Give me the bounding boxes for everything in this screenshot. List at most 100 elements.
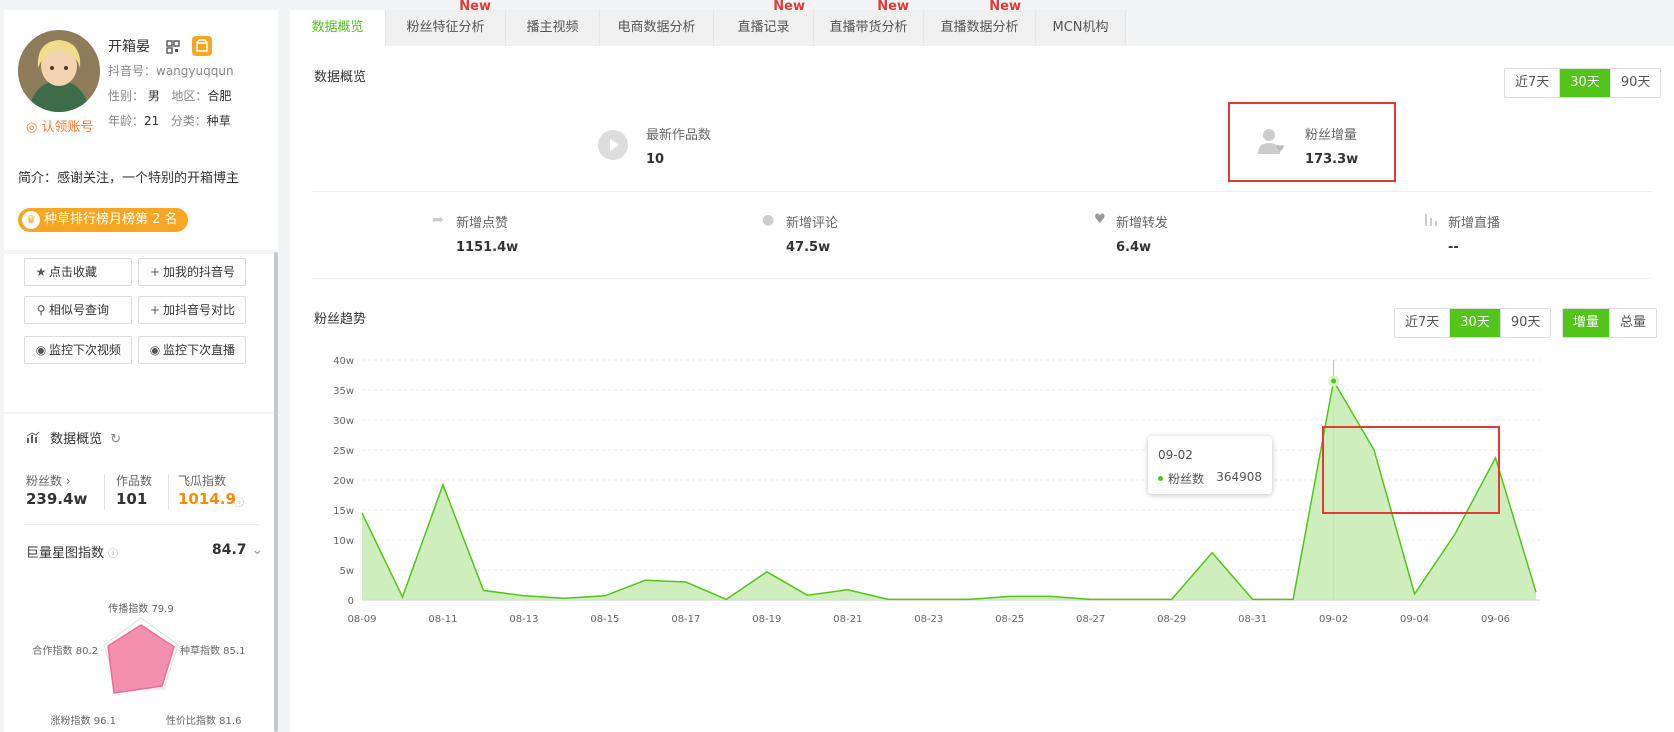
radar-label-grass: 种草指数 85.1 bbox=[180, 644, 245, 657]
refresh-icon[interactable]: ↻ bbox=[110, 432, 121, 447]
rank-badge[interactable]: ♛ 种草排行榜月榜第 2 名 bbox=[18, 208, 188, 232]
divider bbox=[312, 191, 1652, 192]
tab-videos[interactable]: 播主视频 bbox=[506, 10, 600, 46]
chevron-down-icon: ⌄ bbox=[251, 542, 264, 558]
shares-label: 新增转发 bbox=[1116, 216, 1169, 231]
feigua-value: 1014.9 bbox=[178, 490, 236, 508]
similar-search-button[interactable]: ⚲ 相似号查询 bbox=[24, 296, 132, 324]
overview-range-selector: 近7天 30天 90天 bbox=[1504, 68, 1662, 98]
x-tick-label: 08-15 bbox=[590, 614, 619, 625]
x-tick-label: 09-02 bbox=[1319, 614, 1348, 625]
divider bbox=[24, 524, 260, 525]
help-icon[interactable]: ⓘ bbox=[234, 494, 244, 509]
y-tick-label: 25w bbox=[333, 446, 354, 457]
age-value: 21 bbox=[144, 114, 160, 128]
tooltip-value: 364908 bbox=[1216, 470, 1262, 484]
radar-label-value: 性价比指数 81.6 bbox=[166, 714, 241, 727]
range-30d[interactable]: 30天 bbox=[1559, 69, 1610, 97]
tab-live-records[interactable]: 直播记录 New bbox=[714, 0, 814, 46]
trend-range-90d[interactable]: 90天 bbox=[1499, 309, 1551, 337]
trend-mode-selector: 增量 总量 bbox=[1562, 308, 1658, 338]
heart-icon: ♥ bbox=[1094, 212, 1106, 227]
works-label: 作品数 bbox=[116, 474, 153, 488]
x-tick-label: 08-31 bbox=[1238, 614, 1267, 625]
tab-live-sales[interactable]: 直播带货分析 New bbox=[814, 0, 924, 46]
series-dot bbox=[1158, 476, 1163, 481]
mode-total[interactable]: 总量 bbox=[1609, 309, 1657, 337]
x-tick-label: 08-23 bbox=[914, 614, 943, 625]
tab-overview[interactable]: 数据概览 bbox=[290, 10, 386, 46]
douyin-id-row: 抖音号：wangyuqqun bbox=[108, 64, 234, 78]
new-badge: New bbox=[989, 0, 1021, 14]
crown-icon: ♛ bbox=[22, 211, 40, 229]
fans-label[interactable]: 粉丝数 › bbox=[26, 472, 71, 489]
new-badge: New bbox=[773, 0, 805, 14]
range-7d[interactable]: 近7天 bbox=[1505, 69, 1560, 97]
x-tick-label: 08-11 bbox=[428, 614, 457, 625]
x-tick-label: 08-29 bbox=[1157, 614, 1186, 625]
chart-tooltip: 09-02 粉丝数 364908 bbox=[1148, 436, 1272, 494]
latest-works-value: 10 bbox=[646, 152, 665, 167]
tab-live-data[interactable]: 直播数据分析 New bbox=[924, 0, 1036, 46]
tab-ecommerce[interactable]: 电商数据分析 bbox=[600, 10, 714, 46]
profile-name: 开箱晏 bbox=[108, 39, 150, 55]
tooltip-series: 粉丝数 bbox=[1168, 472, 1205, 486]
profile-intro: 简介：感谢关注，一个特别的开箱博主 bbox=[18, 171, 240, 186]
x-tick-label: 08-27 bbox=[1076, 614, 1105, 625]
add-mine-button[interactable]: + 加我的抖音号 bbox=[138, 258, 246, 286]
range-90d[interactable]: 90天 bbox=[1609, 69, 1661, 97]
x-tick-label: 08-19 bbox=[752, 614, 781, 625]
side-overview: 数据概览 ↻ 粉丝数 › 239.4w 作品数 101 飞瓜指数 1014.9 … bbox=[4, 414, 278, 732]
action-buttons: ★ 点击收藏 + 加我的抖音号 ⚲ 相似号查询 + 加抖音号对比 ◉ 监控下次视频 ◉ 监控… bbox=[4, 254, 278, 412]
shop-icon[interactable] bbox=[192, 36, 212, 56]
favorite-button[interactable]: ★ 点击收藏 bbox=[24, 258, 132, 286]
juliang-value[interactable]: 84.7 ⌄ bbox=[212, 542, 263, 558]
comments-label: 新增评论 bbox=[786, 216, 839, 231]
new-badge: New bbox=[459, 0, 491, 14]
star-icon: ★ bbox=[35, 265, 47, 279]
avatar bbox=[18, 30, 100, 112]
highlight-box bbox=[1228, 102, 1396, 182]
divider bbox=[312, 278, 1652, 279]
eye-icon: ◉ bbox=[35, 343, 47, 357]
add-compare-button[interactable]: + 加抖音号对比 bbox=[138, 296, 246, 324]
y-tick-label: 15w bbox=[333, 506, 354, 517]
overview-title: 数据概览 bbox=[314, 70, 367, 85]
works-value: 101 bbox=[116, 490, 148, 508]
trend-range-7d[interactable]: 近7天 bbox=[1395, 309, 1450, 337]
x-tick-label: 08-09 bbox=[347, 614, 376, 625]
search-icon: ⚲ bbox=[36, 303, 46, 317]
info-icon[interactable]: ⓘ bbox=[108, 549, 118, 560]
radar-chart: 传播指数 79.9 种草指数 85.1 性价比指数 81.6 涨粉指数 96.1… bbox=[33, 602, 246, 727]
shares-value: 6.4w bbox=[1116, 240, 1152, 255]
monitor-live-button[interactable]: ◉ 监控下次直播 bbox=[138, 336, 246, 364]
trend-range-30d[interactable]: 30天 bbox=[1449, 309, 1500, 337]
radar-label-growth: 涨粉指数 96.1 bbox=[51, 714, 116, 727]
side-overview-title: 数据概览 ↻ bbox=[26, 428, 121, 447]
radar-label-coop: 合作指数 80.2 bbox=[33, 644, 98, 657]
qrcode-icon[interactable] bbox=[166, 40, 180, 54]
latest-works-label: 最新作品数 bbox=[646, 128, 712, 143]
play-icon bbox=[598, 130, 628, 160]
comment-icon: ● bbox=[762, 212, 775, 228]
y-tick-label: 20w bbox=[333, 476, 354, 487]
profile-card: 开箱晏 抖音号：wangyuqqun 性别： 男 地区：合肥 年龄：21 分类：… bbox=[4, 10, 278, 250]
feigua-label: 飞瓜指数 bbox=[178, 474, 227, 488]
region-value: 合肥 bbox=[207, 89, 232, 103]
likes-label: 新增点赞 bbox=[456, 216, 509, 231]
tab-fans-analysis[interactable]: 粉丝特征分析 New bbox=[386, 0, 506, 46]
tab-mcn[interactable]: MCN机构 bbox=[1036, 10, 1126, 46]
bar-chart-icon bbox=[1424, 212, 1438, 229]
y-tick-label: 0 bbox=[348, 596, 354, 607]
scrollbar[interactable] bbox=[274, 252, 278, 732]
eye-icon: ◉ bbox=[149, 343, 161, 357]
monitor-video-button[interactable]: ◉ 监控下次视频 bbox=[24, 336, 132, 364]
x-tick-label: 08-13 bbox=[509, 614, 538, 625]
data-point bbox=[1328, 375, 1340, 387]
sidebar: 开箱晏 抖音号：wangyuqqun 性别： 男 地区：合肥 年龄：21 分类：… bbox=[0, 0, 280, 732]
x-tick-label: 08-17 bbox=[671, 614, 700, 625]
x-tick-label: 09-06 bbox=[1481, 614, 1510, 625]
mode-increase[interactable]: 增量 bbox=[1563, 309, 1610, 337]
claim-account-link[interactable]: ◎ 认领账号 bbox=[26, 116, 94, 135]
category-value: 种草 bbox=[206, 114, 231, 128]
